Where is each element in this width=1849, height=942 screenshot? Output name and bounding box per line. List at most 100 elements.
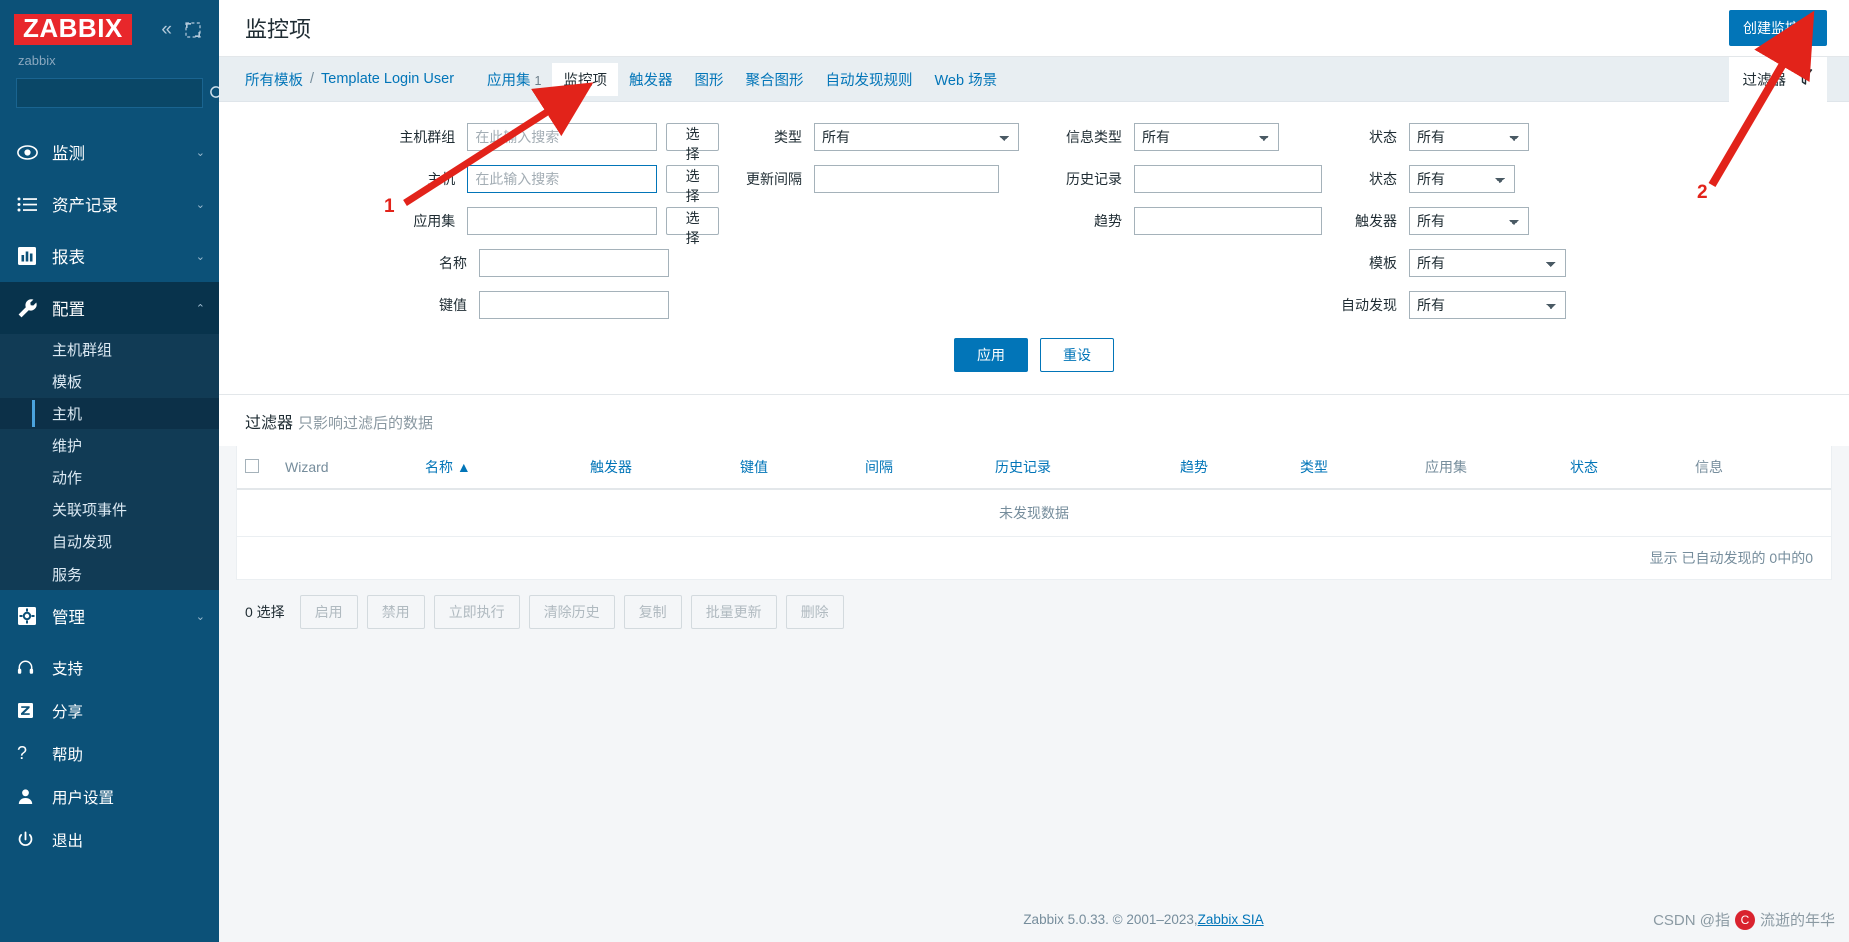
filter-label: 类型 xyxy=(774,129,802,145)
tab-label: 监控项 xyxy=(563,72,607,89)
host-select-button[interactable]: 选择 xyxy=(666,165,719,204)
clear-history-button[interactable]: 清除历史 xyxy=(528,595,615,629)
column-interval[interactable]: 间隔 xyxy=(857,446,987,490)
search-container xyxy=(0,78,219,109)
filter-row-type: 类型 所有 xyxy=(719,116,1024,158)
chevron-double-left-icon[interactable]: « xyxy=(161,20,172,39)
filter-row-update-interval: 更新间隔 xyxy=(719,158,1024,200)
enable-button[interactable]: 启用 xyxy=(299,595,358,629)
filter-note-subtitle: 只影响过滤后的数据 xyxy=(298,415,434,432)
state-select[interactable]: 所有 xyxy=(1409,123,1529,151)
sidebar-item-hosts[interactable]: 主机 xyxy=(0,398,219,431)
application-select-button[interactable]: 选择 xyxy=(666,207,719,246)
tab-triggers[interactable]: 触发器 xyxy=(618,63,684,96)
application-input[interactable] xyxy=(467,207,658,235)
sidebar-item-actions[interactable]: 动作 xyxy=(0,462,219,495)
column-trends[interactable]: 趋势 xyxy=(1172,446,1292,490)
status-select[interactable]: 所有 xyxy=(1409,165,1515,193)
apply-button[interactable]: 应用 xyxy=(954,338,1028,372)
sidebar-item-user-settings[interactable]: 用户设置 xyxy=(0,775,219,818)
filter-label: 名称 xyxy=(439,255,467,271)
host-group-select-button[interactable]: 选择 xyxy=(666,123,719,162)
filter-row-application: 应用集 选择 xyxy=(219,200,719,246)
chevron-down-icon: ⌄ xyxy=(195,198,205,211)
sidebar-item-configuration[interactable]: 配置 ⌃ xyxy=(0,282,219,335)
filter-row-name: 名称 xyxy=(219,242,719,284)
sidebar-item-share[interactable]: 分享 xyxy=(0,689,219,732)
sidebar-item-templates[interactable]: 模板 xyxy=(0,366,219,399)
sidebar-item-label: 报表 xyxy=(52,249,85,268)
tab-items[interactable]: 监控项 xyxy=(552,62,618,96)
sidebar-item-help[interactable]: ? 帮助 xyxy=(0,732,219,775)
column-key[interactable]: 键值 xyxy=(732,446,857,490)
filter-label: 状态 xyxy=(1369,171,1397,187)
breadcrumb-all-templates[interactable]: 所有模板 xyxy=(245,69,303,90)
sidebar-item-discovery[interactable]: 自动发现 xyxy=(0,526,219,559)
search-input[interactable] xyxy=(17,79,209,108)
column-triggers[interactable]: 触发器 xyxy=(582,446,732,490)
trends-input[interactable] xyxy=(1134,207,1322,235)
select-all-checkbox[interactable] xyxy=(245,458,259,473)
host-group-input[interactable] xyxy=(467,123,658,151)
sidebar-item-label: 配置 xyxy=(52,301,85,320)
search-icon[interactable] xyxy=(209,85,219,102)
select-all-header xyxy=(237,446,277,490)
template-select[interactable]: 所有 xyxy=(1409,249,1566,277)
value-type-select[interactable]: 所有 xyxy=(1134,123,1279,151)
tab-discovery-rules[interactable]: 自动发现规则 xyxy=(814,63,923,96)
chart-bar-icon xyxy=(17,246,47,266)
column-history[interactable]: 历史记录 xyxy=(987,446,1172,490)
tab-applications[interactable]: 应用集 1 xyxy=(476,63,552,96)
column-type[interactable]: 类型 xyxy=(1292,446,1417,490)
disable-button[interactable]: 禁用 xyxy=(366,595,425,629)
sidebar-item-services[interactable]: 服务 xyxy=(0,558,219,591)
breadcrumb-template-name[interactable]: Template Login User xyxy=(321,71,454,87)
sidebar-item-signout[interactable]: 退出 xyxy=(0,818,219,861)
tab-graphs[interactable]: 图形 xyxy=(683,63,734,96)
sidebar-subitem-label: 维护 xyxy=(52,438,83,456)
column-name[interactable]: 名称 ▲ xyxy=(417,446,582,490)
tab-screens[interactable]: 聚合图形 xyxy=(734,63,814,96)
footer-link[interactable]: Zabbix SIA xyxy=(1198,912,1264,927)
mass-update-button[interactable]: 批量更新 xyxy=(690,595,777,629)
triggers-select[interactable]: 所有 xyxy=(1409,207,1529,235)
filter-row-trends: 趋势 xyxy=(1024,200,1324,242)
filter-label: 键值 xyxy=(439,297,467,313)
type-select[interactable]: 所有 xyxy=(814,123,1019,151)
delete-button[interactable]: 删除 xyxy=(785,595,844,629)
sidebar-item-event-correlation[interactable]: 关联项事件 xyxy=(0,494,219,527)
sidebar-item-host-groups[interactable]: 主机群组 xyxy=(0,334,219,367)
name-input[interactable] xyxy=(479,249,669,277)
sidebar-item-inventory[interactable]: 资产记录 ⌄ xyxy=(0,178,219,230)
host-input[interactable] xyxy=(467,165,658,193)
sidebar-item-maintenance[interactable]: 维护 xyxy=(0,430,219,463)
history-input[interactable] xyxy=(1134,165,1322,193)
footer-text: Zabbix 5.0.33. © 2001–2023, xyxy=(1023,911,1198,927)
tab-web-scenarios[interactable]: Web 场景 xyxy=(923,63,1008,96)
sidebar-item-label: 监测 xyxy=(52,145,85,164)
reset-button[interactable]: 重设 xyxy=(1040,338,1114,372)
chevron-down-icon: ⌄ xyxy=(195,610,205,623)
sidebar-subitem-label: 服务 xyxy=(52,566,83,584)
fullscreen-icon[interactable] xyxy=(185,22,201,38)
copy-button[interactable]: 复制 xyxy=(623,595,682,629)
update-interval-input[interactable] xyxy=(814,165,999,193)
sidebar-item-monitoring[interactable]: 监测 ⌄ xyxy=(0,126,219,178)
watermark: CSDN @指 C 流逝的年华 xyxy=(1653,909,1835,930)
discovery-select[interactable]: 所有 xyxy=(1409,291,1566,319)
sidebar-submenu-configuration: 主机群组 模板 主机 维护 动作 关联项事件 自动发现 服务 xyxy=(0,334,219,591)
filter-tab[interactable]: 过滤器 xyxy=(1728,56,1827,102)
filter-label: 模板 xyxy=(1369,255,1397,271)
sidebar-item-reports[interactable]: 报表 ⌄ xyxy=(0,230,219,282)
tab-bar: 所有模板 / Template Login User 应用集 1 监控项 触发器 … xyxy=(219,56,1849,102)
watermark-badge-icon: C xyxy=(1734,909,1755,930)
key-input[interactable] xyxy=(479,291,669,319)
page-title: 监控项 xyxy=(245,17,312,42)
filter-actions: 应用 重设 xyxy=(219,326,1849,386)
sidebar-item-support[interactable]: 支持 xyxy=(0,646,219,689)
sidebar-item-administration[interactable]: 管理 ⌄ xyxy=(0,590,219,642)
column-status[interactable]: 状态 xyxy=(1562,446,1687,490)
create-item-button[interactable]: 创建监控项 xyxy=(1729,10,1827,46)
execute-now-button[interactable]: 立即执行 xyxy=(433,595,520,629)
filter-label: 应用集 xyxy=(413,213,456,229)
